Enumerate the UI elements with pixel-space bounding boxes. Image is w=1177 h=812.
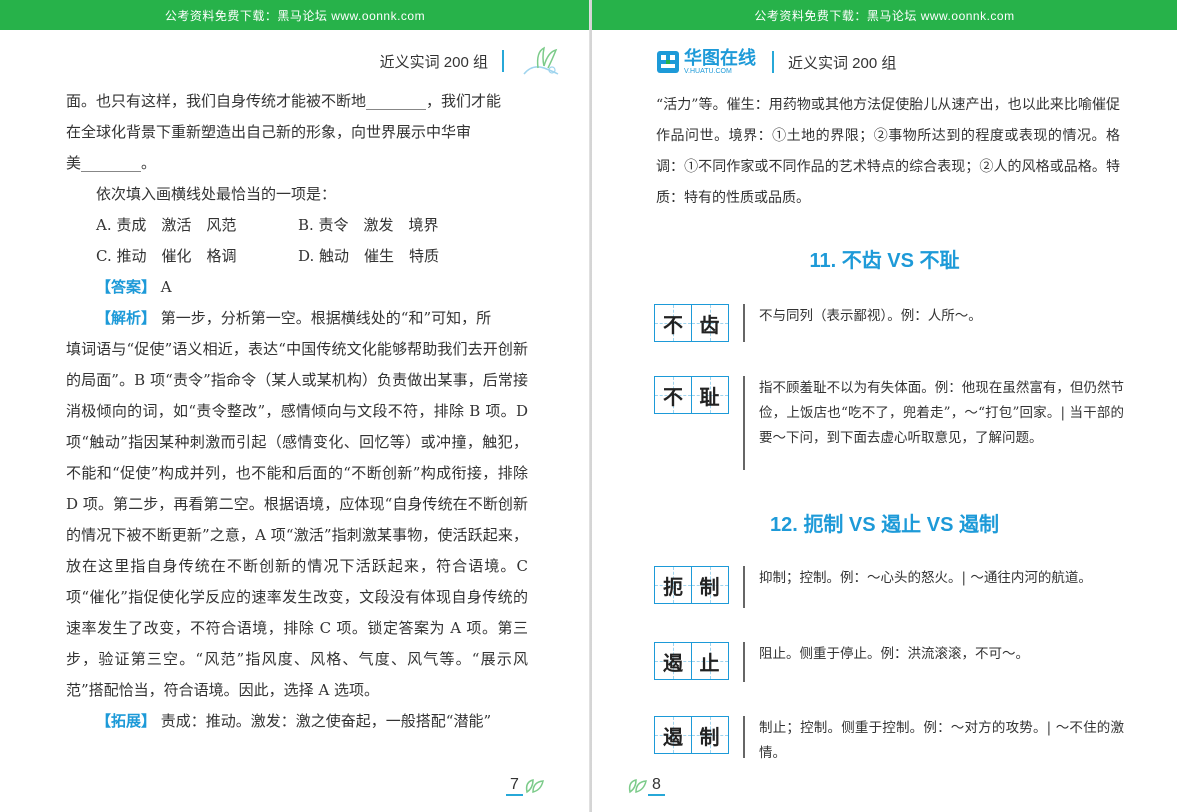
section-heading-12: 12. 扼制 VS 遏止 VS 遏制: [770, 514, 999, 536]
left-page: 公考资料免费下载：黑马论坛 www.oonnk.com 近义实词 200 组 面…: [0, 0, 590, 812]
word-char: 遏: [654, 642, 692, 680]
analysis-first: 第一步，分析第一空。根据横线处的“和”可知，所: [160, 309, 492, 327]
analysis-body: 填词语与“促使”语义相近，表达“中国传统文化能够帮助我们去开创新的局面”。B 项…: [66, 340, 528, 699]
logo-text: 华图在线: [684, 48, 756, 68]
word-box: 遏 制: [654, 716, 729, 766]
word-char: 止: [690, 642, 729, 680]
header-divider: [772, 51, 774, 73]
word-definition: 指不顾羞耻不以为有失体面。例：他现在虽然富有，但仍然节俭，上饭店也“吃不了，兜着…: [759, 380, 1124, 446]
text-line: 面。也只有这样，我们自身传统才能被不断地________，我们才能: [66, 92, 502, 110]
leaf-icon: [525, 779, 544, 794]
analysis-first-line: 【解析】 第一步，分析第一空。根据横线处的“和”可知，所: [66, 303, 528, 334]
right-page: 公考资料免费下载：黑马论坛 www.oonnk.com 华图在线 V.HUATU…: [592, 0, 1177, 812]
left-banner-text: 公考资料免费下载：黑马论坛 www.oonnk.com: [164, 8, 426, 23]
option-c: C. 推动 催化 格调: [96, 247, 237, 265]
option-b: B. 责令 激发 境界: [298, 216, 439, 234]
extend-line: 【拓展】 责成：推动。激发：激之使奋起，一般搭配“潜能”: [66, 706, 528, 737]
right-top-banner: 公考资料免费下载：黑马论坛 www.oonnk.com: [592, 0, 1177, 30]
word-entry: 遏 制 制止；控制。侧重于控制。例：～对方的攻势。| ～不住的激情。: [654, 716, 1124, 766]
answer-line: 【答案】 A: [66, 272, 528, 303]
left-top-banner: 公考资料免费下载：黑马论坛 www.oonnk.com: [0, 0, 590, 30]
word-char: 齿: [690, 304, 729, 342]
word-entry: 不 耻 指不顾羞耻不以为有失体面。例：他现在虽然富有，但仍然节俭，上饭店也“吃不…: [654, 376, 1124, 470]
left-page-number: 7: [506, 776, 545, 796]
right-intro: “活力”等。催生：用药物或其他方法促使胎儿从速产出，也以此来比喻催促作品问世。境…: [656, 90, 1120, 214]
left-body: 面。也只有这样，我们自身传统才能被不断地________，我们才能 在全球化背景…: [66, 86, 528, 737]
section-heading-11: 11. 不齿 VS 不耻: [809, 250, 960, 272]
entry-divider: [743, 716, 745, 758]
answer-options: A. 责成 激活 风范 B. 责令 激发 境界 C. 推动 催化 格调 D. 触…: [96, 210, 528, 272]
header-divider: [502, 50, 504, 72]
word-char: 制: [690, 566, 729, 604]
page-number-8: 8: [648, 776, 665, 796]
huatu-logo: 华图在线 V.HUATU.COM: [656, 49, 756, 75]
book-spread: 公考资料免费下载：黑马论坛 www.oonnk.com 近义实词 200 组 面…: [0, 0, 1177, 812]
huatu-logo-icon: [657, 51, 679, 73]
entry-divider: [743, 642, 745, 682]
word-char: 耻: [690, 376, 729, 414]
word-char: 不: [654, 376, 692, 414]
left-header-title: 近义实词 200 组: [379, 53, 488, 71]
text-line: 美________。: [66, 154, 157, 172]
option-a: A. 责成 激活 风范: [96, 216, 237, 234]
extend-text: 责成：推动。激发：激之使奋起，一般搭配“潜能”: [160, 712, 492, 730]
word-char: 不: [654, 304, 692, 342]
word-box: 不 耻: [654, 376, 729, 470]
answer-value: A: [160, 278, 172, 296]
extend-tag: 【拓展】: [96, 713, 157, 730]
word-entry: 不 齿 不与同列（表示鄙视）。例：人所～。: [654, 304, 1124, 342]
logo-url: V.HUATU.COM: [684, 68, 732, 75]
word-definition: 抑制；控制。例：～心头的怒火。| ～通往内河的航道。: [759, 570, 1092, 586]
option-d: D. 触动 催生 特质: [298, 247, 440, 265]
question-prompt: 依次填入画横线处最恰当的一项是：: [96, 185, 337, 203]
left-header: 近义实词 200 组: [380, 44, 566, 78]
word-entry: 扼 制 抑制；控制。例：～心头的怒火。| ～通往内河的航道。: [654, 566, 1124, 608]
word-char: 扼: [654, 566, 692, 604]
right-page-number: 8: [626, 776, 665, 796]
right-header-title: 近义实词 200 组: [788, 54, 897, 72]
word-definition: 阻止。侧重于停止。例：洪流滚滚，不可～。: [759, 646, 1029, 662]
right-header: 华图在线 V.HUATU.COM 近义实词 200 组: [656, 46, 896, 78]
word-box: 遏 止: [654, 642, 729, 682]
word-definition: 制止；控制。侧重于控制。例：～对方的攻势。| ～不住的激情。: [759, 720, 1124, 761]
entry-divider: [743, 376, 745, 470]
leaf-icon: [628, 779, 647, 794]
right-banner-text: 公考资料免费下载：黑马论坛 www.oonnk.com: [754, 8, 1015, 23]
answer-tag: 【答案】: [96, 279, 157, 296]
page-number-7: 7: [506, 776, 523, 796]
entry-divider: [743, 566, 745, 608]
word-box: 扼 制: [654, 566, 729, 608]
rabbit-icon: [523, 46, 559, 75]
analysis-tag: 【解析】: [96, 310, 157, 327]
entry-divider: [743, 304, 745, 342]
word-entry: 遏 止 阻止。侧重于停止。例：洪流滚滚，不可～。: [654, 642, 1124, 682]
word-box: 不 齿: [654, 304, 729, 342]
intro-text: “活力”等。催生：用药物或其他方法促使胎儿从速产出，也以此来比喻催促作品问世。境…: [656, 97, 1120, 206]
text-line: 在全球化背景下重新塑造出自己新的形象，向世界展示中华审: [66, 123, 472, 141]
word-char: 遏: [654, 716, 692, 754]
word-char: 制: [690, 716, 729, 754]
word-definition: 不与同列（表示鄙视）。例：人所～。: [759, 308, 982, 324]
